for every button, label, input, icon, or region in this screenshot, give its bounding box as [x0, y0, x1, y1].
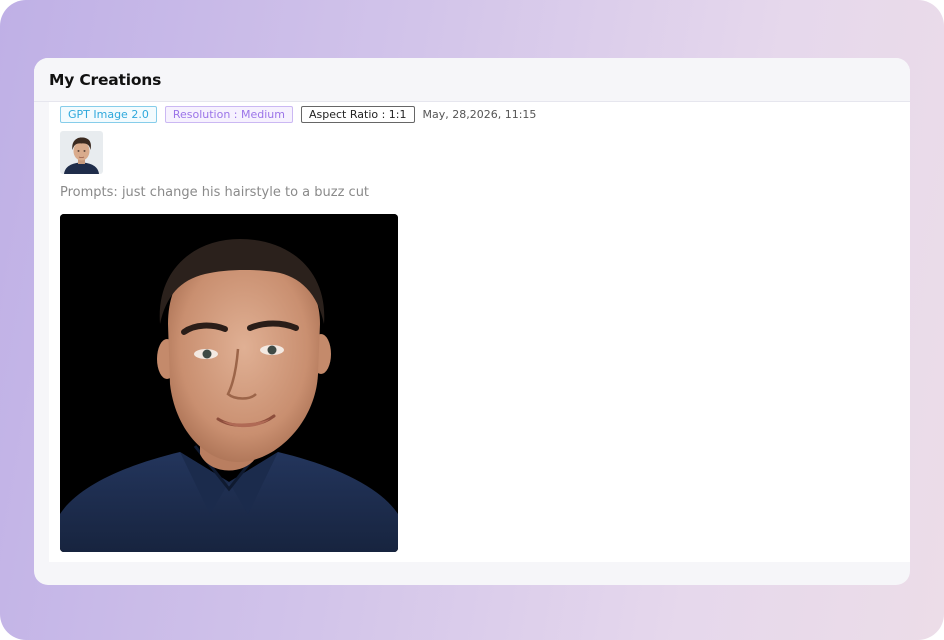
model-tag: GPT Image 2.0 [60, 105, 157, 123]
prompt-text: just change his hairstyle to a buzz cut [121, 185, 370, 200]
resolution-tag: Resolution : Medium [164, 105, 293, 123]
creation-tags: GPT Image 2.0 Resolution : Medium Aspect… [60, 105, 536, 123]
creation-entry: GPT Image 2.0 Resolution : Medium Aspect… [49, 102, 910, 562]
panel-header: My Creations [34, 58, 910, 102]
panel-title: My Creations [49, 71, 162, 89]
app-frame: My Creations GPT Image 2.0 Resolution : … [0, 0, 944, 640]
generated-image[interactable] [60, 214, 398, 552]
prompt-line: Prompts: just change his hairstyle to a … [60, 185, 369, 200]
creation-timestamp: May, 28,2026, 11:15 [422, 107, 537, 121]
person-photo-icon [60, 131, 103, 174]
aspect-ratio-tag: Aspect Ratio : 1:1 [301, 105, 415, 123]
person-portrait-image [60, 214, 398, 552]
prompt-label: Prompts: [60, 185, 118, 200]
input-thumbnail[interactable] [60, 131, 103, 174]
creations-panel: My Creations GPT Image 2.0 Resolution : … [34, 58, 910, 585]
